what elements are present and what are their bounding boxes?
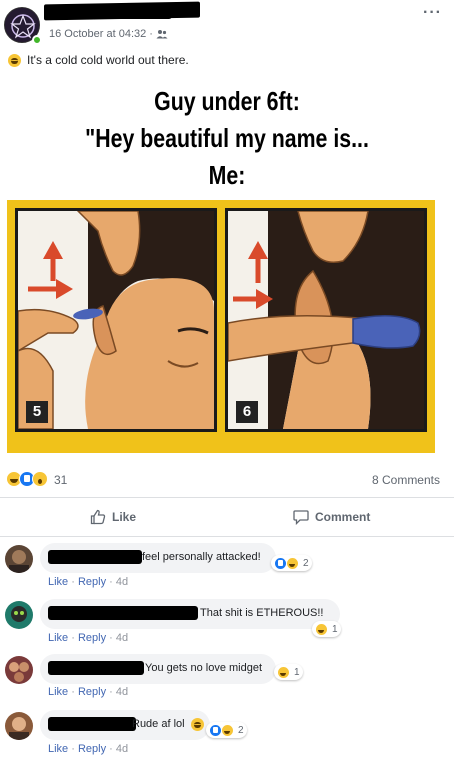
- comment-item: That shit is ETHEROUS!! 1 Like · Reply ·…: [0, 597, 454, 653]
- haha-icon: [286, 556, 299, 570]
- comment-bubble: That shit is ETHEROUS!!: [40, 599, 340, 629]
- comment-reactions[interactable]: 1: [312, 621, 341, 637]
- commenter-name-redaction: [48, 717, 136, 731]
- comment-age[interactable]: 4d: [116, 576, 128, 588]
- commenter-avatar[interactable]: [5, 656, 33, 684]
- comment-text: Rude af lol: [132, 718, 185, 730]
- post-timestamp-row[interactable]: 16 October at 04:32 ·: [49, 28, 168, 40]
- comment-item: Rude af lol 2 Like · Reply · 4d: [0, 708, 454, 764]
- reaction-count[interactable]: 31: [54, 473, 67, 487]
- comment-like-link[interactable]: Like: [48, 632, 68, 644]
- comment-button[interactable]: Comment: [293, 509, 370, 525]
- comment-meta: Like · Reply · 4d: [48, 632, 129, 644]
- comment-count-link[interactable]: 8 Comments: [372, 473, 440, 487]
- comment-reaction-count: 1: [294, 666, 300, 678]
- post-actions: Like Comment: [0, 499, 454, 537]
- comment-like-link[interactable]: Like: [48, 576, 68, 588]
- commenter-avatar[interactable]: [5, 601, 33, 629]
- comment-reply-link[interactable]: Reply: [78, 686, 106, 698]
- comment-reaction-count: 2: [303, 557, 309, 569]
- friends-icon: [156, 30, 168, 39]
- commenter-name-redaction: [48, 606, 198, 620]
- comic-panel-left: 5: [15, 208, 217, 432]
- comment-reactions[interactable]: 2: [271, 555, 312, 571]
- comment-meta: Like · Reply · 4d: [48, 743, 129, 755]
- comment-age[interactable]: 4d: [116, 743, 128, 755]
- earplug-illustration-left: [18, 211, 214, 429]
- earplug-illustration-right: [228, 211, 424, 429]
- haha-icon: [221, 723, 234, 737]
- comment-item: feel personally attacked! 2 Like · Reply…: [0, 541, 454, 597]
- comment-like-link[interactable]: Like: [48, 743, 68, 755]
- comment-button-label: Comment: [315, 510, 371, 524]
- comment-reaction-count: 1: [332, 623, 338, 635]
- commenter-name-redaction: [48, 550, 142, 564]
- status-row: It's a cold cold world out there.: [8, 53, 189, 67]
- comment-reply-link[interactable]: Reply: [78, 632, 106, 644]
- laughing-emoji-icon: [8, 53, 21, 67]
- meme-caption-line-3: Me:: [208, 160, 246, 190]
- meme-caption-line-1: Guy under 6ft:: [154, 86, 300, 116]
- post-image[interactable]: Guy under 6ft: "Hey beautiful my name is…: [0, 80, 454, 462]
- commenter-avatar[interactable]: [5, 545, 33, 573]
- laughing-emoji-icon: [191, 718, 204, 731]
- online-status-dot: [32, 35, 42, 45]
- wow-icon: [32, 471, 48, 487]
- thumbs-up-icon: [90, 509, 106, 525]
- reaction-icons[interactable]: [6, 471, 48, 487]
- comment-reactions[interactable]: 2: [206, 722, 247, 738]
- comment-item: You gets no love midget 1 Like · Reply ·…: [0, 652, 454, 708]
- like-button[interactable]: Like: [90, 509, 136, 525]
- post-header: 16 October at 04:32 · ··· It's a cold co…: [0, 0, 454, 80]
- panel-number-left: 5: [26, 401, 48, 423]
- comment-bubble: Rude af lol: [40, 710, 210, 740]
- haha-icon: [277, 665, 290, 679]
- more-options-icon[interactable]: ···: [423, 4, 442, 22]
- comment-meta: Like · Reply · 4d: [48, 686, 129, 698]
- comment-meta: Like · Reply · 4d: [48, 576, 129, 588]
- haha-icon: [315, 622, 328, 636]
- comment-reply-link[interactable]: Reply: [78, 743, 106, 755]
- comment-reaction-count: 2: [238, 724, 244, 736]
- comic-frame: 5 6: [7, 200, 435, 453]
- comment-text: feel personally attacked!: [142, 551, 261, 563]
- comic-panel-right: 6: [225, 208, 427, 432]
- speech-bubble-icon: [293, 510, 309, 525]
- comment-text: That shit is ETHEROUS!!: [200, 607, 324, 619]
- commenter-avatar[interactable]: [5, 712, 33, 740]
- author-name-redaction-extra: [64, 11, 172, 19]
- comment-age[interactable]: 4d: [116, 686, 128, 698]
- comment-bubble: You gets no love midget: [40, 654, 276, 684]
- comment-age[interactable]: 4d: [116, 632, 128, 644]
- panel-number-right: 6: [236, 401, 258, 423]
- status-text: It's a cold cold world out there.: [27, 53, 189, 67]
- separator-dot: ·: [149, 28, 153, 40]
- like-button-label: Like: [112, 510, 137, 524]
- comment-like-link[interactable]: Like: [48, 686, 68, 698]
- commenter-name-redaction: [48, 661, 144, 675]
- comment-reply-link[interactable]: Reply: [78, 576, 106, 588]
- comment-text: You gets no love midget: [145, 662, 263, 674]
- reactions-summary: 31 8 Comments: [0, 462, 454, 498]
- comment-reactions[interactable]: 1: [274, 664, 303, 680]
- meme-caption-line-2: "Hey beautiful my name is...: [85, 123, 369, 153]
- post-timestamp[interactable]: 16 October at 04:32: [49, 28, 146, 40]
- comment-bubble: feel personally attacked!: [40, 543, 276, 573]
